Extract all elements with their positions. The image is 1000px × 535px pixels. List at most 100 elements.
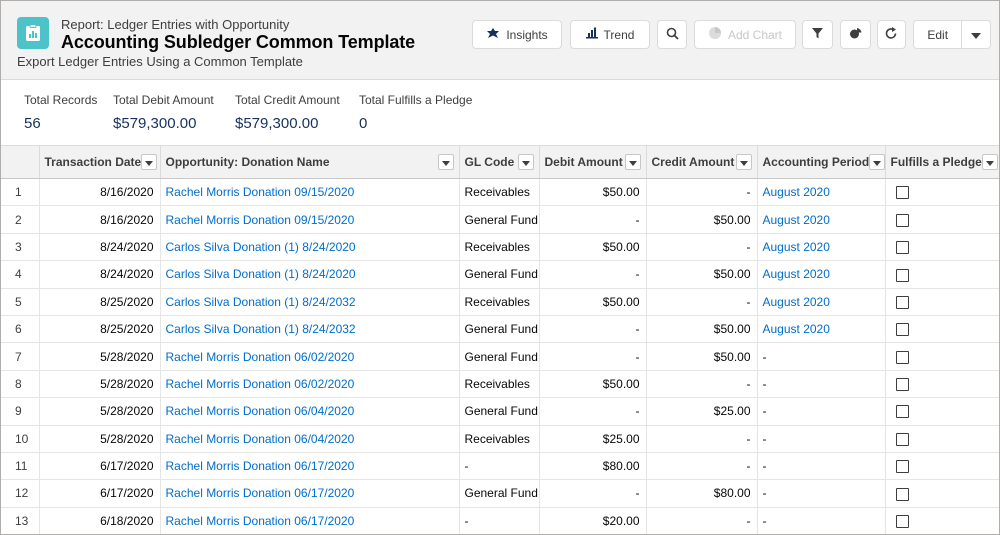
- report-object-type: Report: Ledger Entries with Opportunity: [61, 17, 290, 32]
- fulfills-pledge-checkbox: [895, 460, 909, 474]
- donation-name-link[interactable]: Rachel Morris Donation 06/17/2020: [160, 452, 460, 481]
- chevron-down-icon: [971, 28, 982, 42]
- row-number: 8: [1, 370, 40, 399]
- accounting-period-link[interactable]: August 2020: [757, 178, 886, 207]
- toggle-chart-button[interactable]: [840, 20, 871, 49]
- search-icon: [666, 27, 679, 43]
- row-number: 10: [1, 425, 40, 453]
- row-number: 6: [1, 315, 40, 344]
- column-menu-button[interactable]: [437, 154, 454, 170]
- row-number: 3: [1, 233, 40, 262]
- metric-total-debit: Total Debit Amount $579,300.00: [113, 93, 214, 132]
- insights-button[interactable]: Insights: [472, 20, 562, 49]
- debit-amount-cell: -: [539, 342, 647, 371]
- transaction-date-cell: 8/25/2020: [39, 315, 161, 344]
- metric-value: 0: [359, 115, 368, 132]
- accounting-period-link[interactable]: August 2020: [757, 233, 886, 262]
- metric-label: Total Debit Amount: [113, 93, 214, 107]
- donation-name-link[interactable]: Rachel Morris Donation 06/04/2020: [160, 425, 460, 453]
- column-menu-button[interactable]: [517, 154, 534, 170]
- fulfills-pledge-checkbox: [895, 295, 909, 309]
- gl-code-cell: General Fund: [459, 205, 540, 234]
- fulfills-pledge-cell: [885, 370, 999, 399]
- insights-icon: [486, 27, 500, 42]
- column-header-donation-name[interactable]: Opportunity: Donation Name: [160, 145, 460, 179]
- metric-label: Total Credit Amount: [235, 93, 340, 107]
- table-row: 6 8/25/2020 Carlos Silva Donation (1) 8/24…: [1, 315, 999, 344]
- gl-code-cell: Receivables: [459, 233, 540, 262]
- accounting-period-link[interactable]: August 2020: [757, 260, 886, 289]
- gl-code-cell: General Fund: [459, 342, 540, 371]
- debit-amount-cell: -: [539, 260, 647, 289]
- refresh-button[interactable]: [877, 20, 906, 49]
- column-header-credit-amount[interactable]: Credit Amount: [646, 145, 758, 179]
- accounting-period-link[interactable]: August 2020: [757, 315, 886, 344]
- table-row: 12 6/17/2020 Rachel Morris Donation 06/17/…: [1, 479, 999, 508]
- row-number: 5: [1, 288, 40, 316]
- debit-amount-cell: $50.00: [539, 370, 647, 399]
- transaction-date-cell: 5/28/2020: [39, 342, 161, 371]
- column-header-accounting-period[interactable]: Accounting Period: [757, 145, 886, 179]
- fulfills-pledge-checkbox: [895, 378, 909, 392]
- credit-amount-cell: -: [646, 370, 758, 399]
- donation-name-link[interactable]: Rachel Morris Donation 06/04/2020: [160, 397, 460, 426]
- column-menu-button[interactable]: [981, 154, 998, 170]
- trend-button[interactable]: Trend: [570, 20, 650, 49]
- donation-name-link[interactable]: Carlos Silva Donation (1) 8/24/2032: [160, 315, 460, 344]
- table-row: 5 8/25/2020 Carlos Silva Donation (1) 8/24…: [1, 288, 999, 316]
- credit-amount-cell: $25.00: [646, 397, 758, 426]
- fulfills-pledge-checkbox: [895, 268, 909, 282]
- report-window: Report: Ledger Entries with Opportunity …: [0, 0, 1000, 535]
- donation-name-link[interactable]: Rachel Morris Donation 06/17/2020: [160, 507, 460, 534]
- column-header-debit-amount[interactable]: Debit Amount: [539, 145, 647, 179]
- refresh-icon: [885, 26, 898, 43]
- donation-name-link[interactable]: Rachel Morris Donation 06/17/2020: [160, 479, 460, 508]
- add-chart-button[interactable]: Add Chart: [694, 20, 796, 49]
- donation-name-link[interactable]: Rachel Morris Donation 06/02/2020: [160, 342, 460, 371]
- fulfills-pledge-checkbox: [895, 405, 909, 419]
- table-header-row: Transaction Date Opportunity: Donation N…: [1, 145, 999, 179]
- debit-amount-cell: $20.00: [539, 507, 647, 534]
- donation-name-link[interactable]: Rachel Morris Donation 06/02/2020: [160, 370, 460, 399]
- edit-button[interactable]: Edit: [914, 28, 961, 42]
- fulfills-pledge-cell: [885, 315, 999, 344]
- debit-amount-cell: $50.00: [539, 178, 647, 207]
- metric-label: Total Records: [24, 93, 98, 107]
- fulfills-pledge-cell: [885, 342, 999, 371]
- transaction-date-cell: 5/28/2020: [39, 425, 161, 453]
- credit-amount-cell: $50.00: [646, 342, 758, 371]
- accounting-period-link[interactable]: August 2020: [757, 288, 886, 316]
- row-number: 13: [1, 507, 40, 534]
- gl-code-cell: -: [459, 452, 540, 481]
- donation-name-link[interactable]: Rachel Morris Donation 09/15/2020: [160, 178, 460, 207]
- column-menu-button[interactable]: [869, 154, 884, 170]
- column-menu-button[interactable]: [624, 154, 641, 170]
- donation-name-link[interactable]: Carlos Silva Donation (1) 8/24/2020: [160, 260, 460, 289]
- debit-amount-cell: $50.00: [539, 233, 647, 262]
- edit-split-button[interactable]: Edit: [913, 20, 991, 49]
- accounting-period-link[interactable]: August 2020: [757, 205, 886, 234]
- transaction-date-cell: 8/25/2020: [39, 288, 161, 316]
- table-row: 1 8/16/2020 Rachel Morris Donation 09/15/2…: [1, 178, 999, 207]
- accounting-period-link: -: [757, 452, 886, 481]
- column-menu-button[interactable]: [735, 154, 752, 170]
- column-header-transaction-date[interactable]: Transaction Date: [39, 145, 161, 179]
- search-button[interactable]: [657, 20, 687, 49]
- transaction-date-cell: 6/17/2020: [39, 452, 161, 481]
- edit-menu-dropdown[interactable]: [962, 28, 990, 42]
- chevron-down-icon: [628, 155, 637, 169]
- credit-amount-cell: -: [646, 178, 758, 207]
- donation-name-link[interactable]: Rachel Morris Donation 09/15/2020: [160, 205, 460, 234]
- column-header-fulfills-pledge[interactable]: Fulfills a Pledge: [885, 145, 999, 179]
- donation-name-link[interactable]: Carlos Silva Donation (1) 8/24/2020: [160, 233, 460, 262]
- table-row: 4 8/24/2020 Carlos Silva Donation (1) 8/24…: [1, 260, 999, 289]
- chevron-down-icon: [521, 155, 530, 169]
- credit-amount-cell: $50.00: [646, 205, 758, 234]
- accounting-period-link: -: [757, 507, 886, 534]
- donation-name-link[interactable]: Carlos Silva Donation (1) 8/24/2032: [160, 288, 460, 316]
- filter-button[interactable]: [802, 20, 833, 49]
- add-chart-label: Add Chart: [727, 27, 783, 42]
- column-header-gl-code[interactable]: GL Code: [459, 145, 540, 179]
- column-menu-button[interactable]: [141, 154, 158, 170]
- fulfills-pledge-cell: [885, 479, 999, 508]
